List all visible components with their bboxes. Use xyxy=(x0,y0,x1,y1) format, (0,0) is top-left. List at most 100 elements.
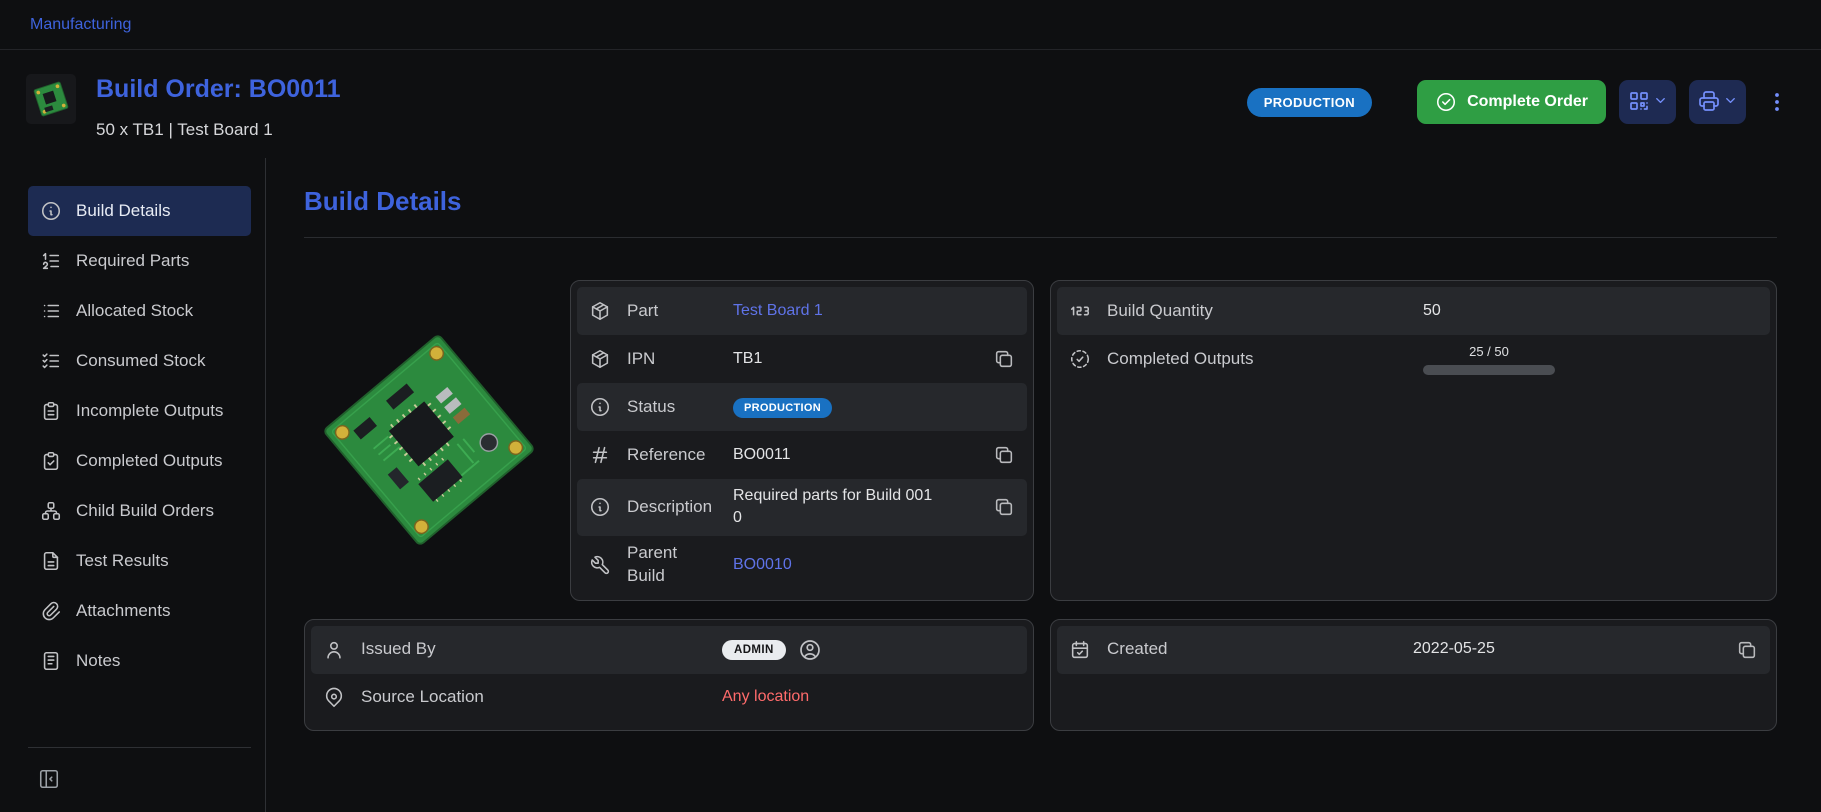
calendar-icon xyxy=(1069,639,1091,661)
sidebar-item-attachments[interactable]: Attachments xyxy=(28,586,251,636)
paperclip-icon xyxy=(40,600,62,622)
overflow-menu-button[interactable] xyxy=(1763,88,1791,116)
copy-icon xyxy=(1736,639,1758,661)
part-thumbnail[interactable] xyxy=(26,74,76,124)
status-badge: PRODUCTION xyxy=(733,398,832,418)
sidebar-item-label: Test Results xyxy=(76,551,169,571)
sidebar-item-label: Required Parts xyxy=(76,251,189,271)
build-details-content: Part Test Board 1 IPN TB1 xyxy=(304,280,1777,731)
sidebar-collapse-icon xyxy=(38,768,60,790)
copy-description-button[interactable] xyxy=(993,496,1015,518)
copy-icon xyxy=(993,444,1015,466)
user-badge: ADMIN xyxy=(722,640,786,660)
numbers-123-icon xyxy=(1069,300,1091,322)
page-title: Build Order: BO0011 xyxy=(96,74,341,104)
row-issued-by: Issued By ADMIN xyxy=(311,626,1027,674)
printer-icon xyxy=(1697,89,1721,116)
ipn-value: TB1 xyxy=(733,348,977,370)
sidebar-collapse-button[interactable] xyxy=(28,764,70,794)
header-actions: PRODUCTION Complete Order xyxy=(1247,74,1791,124)
row-label: Completed Outputs xyxy=(1107,348,1407,371)
reference-value: BO0011 xyxy=(733,444,977,466)
panel-title: Build Details xyxy=(304,186,1777,238)
copy-icon xyxy=(993,348,1015,370)
part-image[interactable] xyxy=(304,280,554,601)
breadcrumb-manufacturing[interactable]: Manufacturing xyxy=(30,16,131,34)
sidebar-footer xyxy=(28,747,251,794)
user-icon xyxy=(323,639,345,661)
print-actions-button[interactable] xyxy=(1689,80,1746,124)
pcb-thumbnail-image xyxy=(29,77,73,121)
header-titles: Build Order: BO0011 50 x TB1 | Test Boar… xyxy=(96,74,341,140)
copy-reference-button[interactable] xyxy=(993,444,1015,466)
chevron-down-icon xyxy=(1723,93,1738,111)
sidebar-item-label: Completed Outputs xyxy=(76,451,222,471)
row-label: Issued By xyxy=(361,638,706,661)
sidebar-item-consumed-stock[interactable]: Consumed Stock xyxy=(28,336,251,386)
sidebar-item-completed-outputs[interactable]: Completed Outputs xyxy=(28,436,251,486)
sidebar-item-required-parts[interactable]: Required Parts xyxy=(28,236,251,286)
complete-order-button[interactable]: Complete Order xyxy=(1417,80,1606,124)
row-parent-build: Parent Build BO0010 xyxy=(577,536,1027,594)
completed-progress: 25 / 50 xyxy=(1423,343,1555,375)
sidebar-item-label: Child Build Orders xyxy=(76,501,214,521)
row-completed-outputs: Completed Outputs 25 / 50 xyxy=(1057,335,1770,383)
row-label: Source Location xyxy=(361,686,706,709)
row-label: Reference xyxy=(627,444,717,467)
row-status: Status PRODUCTION xyxy=(577,383,1027,431)
parent-build-link[interactable]: BO0010 xyxy=(733,554,1015,576)
row-label: Description xyxy=(627,496,717,519)
tool-icon xyxy=(589,554,611,576)
sidebar-item-incomplete-outputs[interactable]: Incomplete Outputs xyxy=(28,386,251,436)
sitemap-icon xyxy=(40,500,62,522)
status-value: PRODUCTION xyxy=(733,396,1015,418)
package-icon xyxy=(589,348,611,370)
sidebar-item-label: Consumed Stock xyxy=(76,351,205,371)
status-badge: PRODUCTION xyxy=(1247,88,1372,117)
row-label: IPN xyxy=(627,348,717,371)
sidebar-item-child-build-orders[interactable]: Child Build Orders xyxy=(28,486,251,536)
completed-outputs-value: 25 / 50 xyxy=(1423,343,1758,375)
sidebar-item-notes[interactable]: Notes xyxy=(28,636,251,686)
top-row: Part Test Board 1 IPN TB1 xyxy=(304,280,1034,601)
row-label: Parent Build xyxy=(627,542,717,588)
sidebar-item-build-details[interactable]: Build Details xyxy=(28,186,251,236)
progress-bar xyxy=(1423,365,1555,375)
created-value: 2022-05-25 xyxy=(1413,638,1720,660)
created-table: Created 2022-05-25 xyxy=(1050,619,1777,731)
clipboard-list-icon xyxy=(40,400,62,422)
row-part: Part Test Board 1 xyxy=(577,287,1027,335)
complete-order-label: Complete Order xyxy=(1467,93,1588,111)
build-quantity-value: 50 xyxy=(1423,300,1758,322)
copy-ipn-button[interactable] xyxy=(993,348,1015,370)
description-value: Required parts for Build 0010 xyxy=(733,485,933,530)
info-circle-icon xyxy=(589,396,611,418)
row-build-quantity: Build Quantity 50 xyxy=(1057,287,1770,335)
list-numbers-icon xyxy=(40,250,62,272)
row-label: Status xyxy=(627,396,717,419)
sidebar-item-label: Allocated Stock xyxy=(76,301,193,321)
page-body: Build Details Required Parts Allocated S… xyxy=(0,158,1821,812)
sidebar-item-allocated-stock[interactable]: Allocated Stock xyxy=(28,286,251,336)
map-pin-icon xyxy=(323,687,345,709)
sidebar-item-label: Notes xyxy=(76,651,120,671)
user-circle-icon xyxy=(798,638,822,662)
hash-icon xyxy=(589,444,611,466)
sidebar-item-test-results[interactable]: Test Results xyxy=(28,536,251,586)
part-link[interactable]: Test Board 1 xyxy=(733,300,1015,322)
row-description: Description Required parts for Build 001… xyxy=(577,479,1027,536)
file-report-icon xyxy=(40,550,62,572)
dots-vertical-icon xyxy=(1765,90,1789,114)
list-check-icon xyxy=(40,350,62,372)
info-circle-icon xyxy=(589,496,611,518)
issue-table: Issued By ADMIN Source Location Any loca… xyxy=(304,619,1034,731)
progress-label: 25 / 50 xyxy=(1423,343,1555,361)
sidebar: Build Details Required Parts Allocated S… xyxy=(0,158,266,812)
barcode-actions-button[interactable] xyxy=(1619,80,1676,124)
notes-icon xyxy=(40,650,62,672)
qr-code-icon xyxy=(1627,89,1651,116)
circle-check-icon xyxy=(1435,91,1457,113)
copy-created-button[interactable] xyxy=(1736,639,1758,661)
page-header: Build Order: BO0011 50 x TB1 | Test Boar… xyxy=(0,50,1821,158)
row-label: Build Quantity xyxy=(1107,300,1407,323)
